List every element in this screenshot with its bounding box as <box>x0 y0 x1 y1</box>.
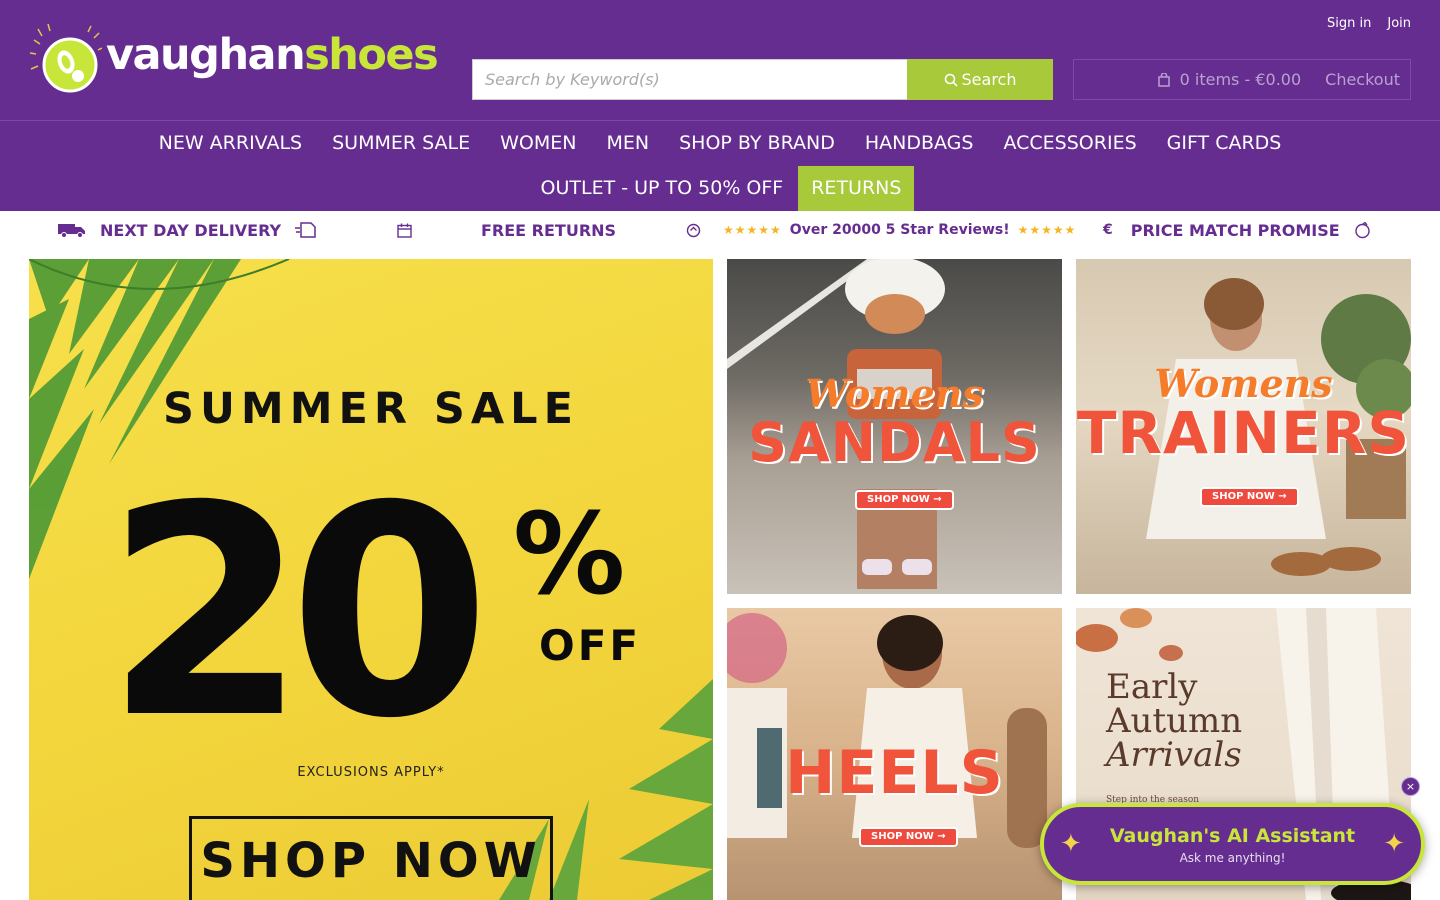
hero-percent-sign: % <box>513 490 626 620</box>
parcel-icon <box>295 222 316 238</box>
nav-handbags[interactable]: HANDBAGS <box>850 121 989 166</box>
main-nav-row-1: NEW ARRIVALS SUMMER SALE WOMEN MEN SHOP … <box>0 121 1440 166</box>
search-input[interactable] <box>472 59 907 100</box>
hero-summer-sale-banner[interactable]: SUMMER SALE 20 % OFF EXCLUSIONS APPLY* S… <box>29 259 713 900</box>
nav-new-arrivals[interactable]: NEW ARRIVALS <box>144 121 317 166</box>
ai-assistant-close-button[interactable]: × <box>1401 777 1420 796</box>
nav-outlet[interactable]: OUTLET - UP TO 50% OFF <box>526 166 799 211</box>
usp-price-match: € PRICE MATCH PROMISE <box>1103 211 1371 249</box>
cart-icon <box>1157 72 1170 87</box>
nav-women[interactable]: WOMEN <box>485 121 591 166</box>
tile-trainers-line2: TRAINERS <box>1076 399 1411 467</box>
stars-right-icon: ★★★★★ <box>1017 223 1077 237</box>
nav-gift-cards[interactable]: GIFT CARDS <box>1152 121 1297 166</box>
tile-sandals-line1: Womens <box>805 371 984 416</box>
usp-delivery: NEXT DAY DELIVERY <box>58 211 317 249</box>
hero-shop-now-button[interactable]: SHOP NOW <box>189 816 553 900</box>
ai-assistant-title: Vaughan's AI Assistant <box>1109 825 1356 847</box>
nav-men[interactable]: MEN <box>591 121 664 166</box>
tile-heels-shop-button[interactable]: SHOP NOW → <box>859 827 958 847</box>
euro-icon: € <box>1103 222 1113 238</box>
tile-trainers-shop-button[interactable]: SHOP NOW → <box>1200 487 1299 507</box>
hero-title: SUMMER SALE <box>163 384 579 434</box>
tile-heels[interactable]: HEELS SHOP NOW → <box>727 608 1062 900</box>
main-nav-row-2: OUTLET - UP TO 50% OFF RETURNS <box>0 166 1440 211</box>
nav-accessories[interactable]: ACCESSORIES <box>988 121 1151 166</box>
checkout-link[interactable]: Checkout <box>1325 70 1400 89</box>
return-arrow-icon <box>686 223 701 237</box>
sign-in-link[interactable]: Sign in <box>1327 16 1371 31</box>
tile-autumn-line2: Autumn <box>1106 701 1243 741</box>
tile-womens-trainers[interactable]: Womens TRAINERS SHOP NOW → <box>1076 259 1411 594</box>
logo-wordmark: vaughanshoes <box>106 34 439 77</box>
usp-returns-label: FREE RETURNS <box>481 220 617 240</box>
search-button-label: Search <box>961 70 1017 89</box>
usp-delivery-label: NEXT DAY DELIVERY <box>100 220 282 240</box>
ai-assistant-widget[interactable]: ✦ Vaughan's AI Assistant Ask me anything… <box>1040 803 1425 885</box>
nav-returns[interactable]: RETURNS <box>798 166 915 211</box>
join-link[interactable]: Join <box>1387 16 1411 31</box>
usp-price-match-label: PRICE MATCH PROMISE <box>1130 220 1340 240</box>
nav-summer-sale[interactable]: SUMMER SALE <box>317 121 485 166</box>
search-bar: Search <box>472 59 1053 100</box>
sparkle-right-icon: ✦ <box>1383 829 1405 859</box>
nav-shop-by-brand[interactable]: SHOP BY BRAND <box>664 121 850 166</box>
usp-reviews: ★★★★★ Over 20000 5 Star Reviews! ★★★★★ <box>723 211 1076 249</box>
delivery-truck-icon <box>58 224 85 238</box>
search-icon <box>944 73 958 87</box>
cart-items-label: 0 items - €0.00 <box>1179 70 1302 89</box>
site-header: Sign in Join vaughanshoes Search 0 <box>0 0 1440 211</box>
usp-returns: FREE RETURNS <box>397 211 701 249</box>
cart-summary[interactable]: 0 items - €0.00 <box>1157 70 1302 89</box>
hero-discount-number: 20 <box>105 445 491 782</box>
footprint-logo-icon <box>30 24 102 93</box>
tile-sandals-shop-button[interactable]: SHOP NOW → <box>855 490 954 510</box>
tile-autumn-line3: Arrivals <box>1106 735 1242 775</box>
hero-off-label: OFF <box>539 621 642 670</box>
search-button[interactable]: Search <box>907 59 1053 100</box>
logo-word-vaughan: vaughan <box>106 30 306 80</box>
usp-bar: NEXT DAY DELIVERY FREE RETURNS ★★★★★ Ove… <box>0 211 1440 249</box>
tile-sandals-line2: SANDALS <box>748 411 1041 474</box>
logo-word-shoes: shoes <box>304 30 439 80</box>
cart-box: 0 items - €0.00 Checkout <box>1073 59 1411 100</box>
price-tag-icon <box>1354 221 1370 238</box>
usp-reviews-label: Over 20000 5 Star Reviews! <box>789 222 1010 238</box>
tile-heels-title: HEELS <box>785 738 1004 808</box>
tile-autumn-line1: Early <box>1106 667 1198 707</box>
account-links: Sign in Join <box>1327 16 1411 31</box>
hero-exclusions: EXCLUSIONS APPLY* <box>297 765 445 780</box>
tile-womens-sandals[interactable]: Womens SANDALS SHOP NOW → <box>727 259 1062 594</box>
stars-left-icon: ★★★★★ <box>723 223 782 237</box>
ai-assistant-subtitle: Ask me anything! <box>1179 851 1286 865</box>
calendar-icon <box>397 223 412 238</box>
site-logo[interactable]: vaughanshoes <box>30 24 439 94</box>
